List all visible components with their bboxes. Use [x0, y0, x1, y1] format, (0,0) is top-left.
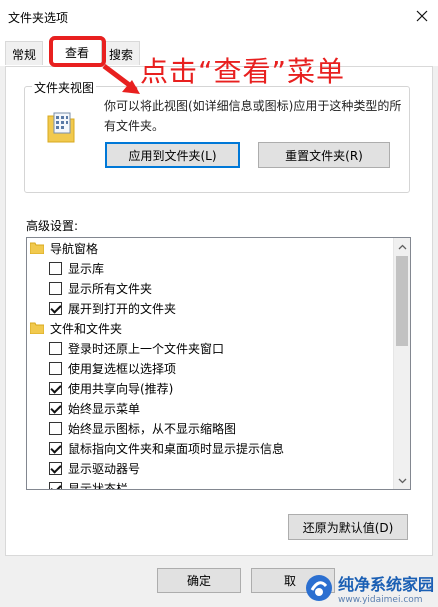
checkbox-checked[interactable] [49, 461, 62, 475]
tree-folder-files-and-folders: 文件和文件夹 [30, 318, 396, 338]
tab-general-label: 常规 [12, 48, 37, 62]
folder-view-group-label: 文件夹视图 [32, 79, 97, 96]
scroll-down-button[interactable] [394, 472, 410, 489]
reset-folders-button[interactable]: 重置文件夹(R) [258, 142, 390, 168]
option-label: 始终显示图标，从不显示缩略图 [68, 421, 237, 436]
checkbox-checked[interactable] [49, 301, 62, 315]
restore-defaults-label: 还原为默认值(D) [302, 520, 394, 535]
folder-icon [30, 322, 44, 334]
option-sharing-wizard[interactable]: 使用共享向导(推荐) [49, 378, 410, 398]
apply-to-folders-label: 应用到文件夹(L) [128, 148, 217, 163]
option-restore-previous-windows[interactable]: 登录时还原上一个文件夹窗口 [49, 338, 410, 358]
tree-folder-navigation-pane: 导航窗格 [30, 238, 396, 258]
title-bar: 文件夹选项 [0, 0, 438, 32]
folder-views-icon [47, 112, 75, 143]
option-label: 展开到打开的文件夹 [68, 301, 177, 316]
option-show-status-bar[interactable]: 显示状态栏 [49, 478, 410, 490]
checkbox-checked[interactable] [49, 401, 62, 415]
checkbox-checked[interactable] [49, 481, 62, 489]
chevron-up-icon [398, 244, 407, 249]
scroll-thumb[interactable] [396, 256, 408, 346]
checkbox[interactable] [49, 281, 62, 295]
watermark-title: 纯净系统家园 [337, 575, 434, 594]
ok-button[interactable]: 确定 [157, 568, 241, 593]
option-use-checkboxes[interactable]: 使用复选框以选择项 [49, 358, 410, 378]
option-label: 使用共享向导(推荐) [68, 381, 174, 396]
advanced-settings-label: 高级设置: [26, 219, 79, 233]
folder-view-description: 你可以将此视图(如详细信息或图标)应用于这种类型的所有文件夹。 [104, 99, 402, 133]
checkbox[interactable] [49, 261, 62, 275]
option-label: 显示库 [68, 261, 105, 276]
annotation-arrow-icon [102, 64, 140, 94]
option-always-show-icons[interactable]: 始终显示图标，从不显示缩略图 [49, 418, 410, 438]
checkbox[interactable] [49, 361, 62, 375]
restore-defaults-button[interactable]: 还原为默认值(D) [288, 514, 408, 540]
option-show-popup-descriptions[interactable]: 鼠标指向文件夹和桌面项时显示提示信息 [49, 438, 410, 458]
tab-general[interactable]: 常规 [5, 41, 44, 65]
tab-search-label: 搜索 [109, 48, 134, 62]
checkbox[interactable] [49, 421, 62, 435]
close-icon [416, 10, 428, 22]
checkbox-checked[interactable] [49, 381, 62, 395]
scroll-up-button[interactable] [394, 238, 410, 255]
option-label: 显示状态栏 [68, 481, 129, 490]
chevron-down-icon [398, 478, 407, 483]
option-show-all-folders[interactable]: 显示所有文件夹 [49, 278, 410, 298]
watermark: 纯净系统家园 www.yidaimei.com [304, 571, 434, 605]
tree-folder-label: 导航窗格 [50, 241, 99, 256]
option-label: 始终显示菜单 [68, 401, 141, 416]
reset-folders-label: 重置文件夹(R) [285, 148, 363, 163]
option-label: 鼠标指向文件夹和桌面项时显示提示信息 [68, 441, 285, 456]
option-label: 使用复选框以选择项 [68, 361, 177, 376]
option-show-libraries[interactable]: 显示库 [49, 258, 410, 278]
cancel-label: 取 [284, 574, 297, 588]
vertical-scrollbar[interactable] [393, 238, 410, 489]
option-label: 显示所有文件夹 [68, 281, 153, 296]
apply-to-folders-button[interactable]: 应用到文件夹(L) [105, 142, 240, 168]
close-button[interactable] [406, 0, 438, 32]
option-label: 显示驱动器号 [68, 461, 141, 476]
folder-icon [30, 242, 44, 254]
annotation-text: 点击“查看”菜单 [140, 55, 346, 88]
annotation-highlight-box [49, 36, 106, 67]
advanced-settings-list[interactable]: 导航窗格 显示库 显示所有文件夹 展开到打开的文件夹 文件和文件夹 登录时还原上… [26, 237, 411, 490]
ok-label: 确定 [186, 574, 211, 588]
option-always-show-menus[interactable]: 始终显示菜单 [49, 398, 410, 418]
checkbox[interactable] [49, 341, 62, 355]
watermark-logo-icon [305, 575, 332, 601]
option-label: 登录时还原上一个文件夹窗口 [68, 341, 225, 356]
watermark-url: www.yidaimei.com [337, 595, 423, 605]
window-title: 文件夹选项 [8, 11, 69, 25]
tree-folder-label: 文件和文件夹 [50, 321, 123, 336]
checkbox-checked[interactable] [49, 441, 62, 455]
option-show-drive-letters[interactable]: 显示驱动器号 [49, 458, 410, 478]
option-expand-to-open-folder[interactable]: 展开到打开的文件夹 [49, 298, 410, 318]
